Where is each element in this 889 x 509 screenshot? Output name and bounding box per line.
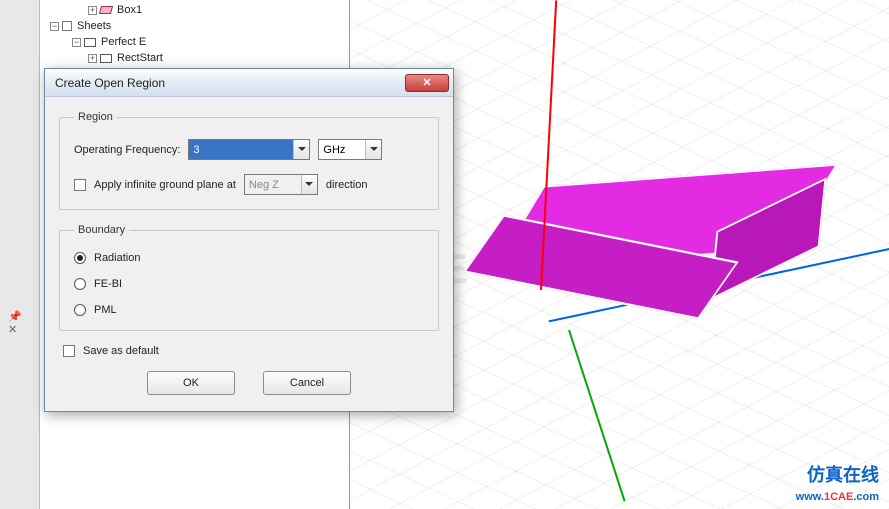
close-button[interactable]: ✕ [405,74,449,92]
pin-icon[interactable]: 📌 ✕ [8,310,20,322]
frequency-unit-field[interactable] [319,140,365,159]
region-legend: Region [74,111,117,123]
direction-label: direction [326,179,368,191]
watermark-cn: 仿真在线 [796,461,879,487]
box-icon [99,6,113,14]
left-gutter: 📌 ✕ [0,0,40,509]
boundary-radiation-radio[interactable] [74,252,86,264]
apply-ground-plane-checkbox[interactable] [74,179,86,191]
ground-plane-axis-field [245,175,301,194]
boundary-legend: Boundary [74,224,129,236]
dialog-body: Region Operating Frequency: Apply infini… [45,97,453,411]
save-as-default-checkbox[interactable] [63,345,75,357]
watermark-url: www.1CAE.com [796,487,879,503]
sheets-icon [62,21,72,31]
rect-icon [84,38,96,47]
dialog-titlebar[interactable]: Create Open Region ✕ [45,69,453,97]
chevron-down-icon[interactable] [365,140,381,159]
boundary-group: Boundary Radiation FE-BI PML [59,224,439,331]
expand-icon[interactable]: + [88,54,97,63]
expand-icon[interactable]: + [88,6,97,15]
tree-item-rectstart[interactable]: RectStart [115,52,163,64]
rect-icon [100,54,112,63]
dialog-title: Create Open Region [55,76,405,90]
region-group: Region Operating Frequency: Apply infini… [59,111,439,210]
ok-button[interactable]: OK [147,371,235,395]
collapse-icon[interactable]: − [72,38,81,47]
boundary-pml-radio[interactable] [74,304,86,316]
tree-item-box1[interactable]: Box1 [115,4,142,16]
boundary-radiation-label: Radiation [94,252,140,264]
collapse-icon[interactable]: − [50,22,59,31]
ground-plane-axis-select [244,174,318,195]
create-open-region-dialog: Create Open Region ✕ Region Operating Fr… [44,68,454,412]
close-icon: ✕ [422,76,431,89]
chevron-down-icon [301,175,317,194]
tree-item-perfect-e[interactable]: Perfect E [99,36,146,48]
model-tree[interactable]: + Box1 − Sheets − Perfect E + RectStart [40,0,349,68]
operating-frequency-input[interactable] [188,139,310,160]
boundary-febi-radio[interactable] [74,278,86,290]
watermark-corner: 仿真在线 www.1CAE.com [796,461,879,503]
save-as-default-label: Save as default [83,345,159,357]
apply-ground-plane-label: Apply infinite ground plane at [94,179,236,191]
operating-frequency-field[interactable] [189,140,293,159]
tree-item-sheets[interactable]: Sheets [75,20,111,32]
boundary-pml-label: PML [94,304,117,316]
chevron-down-icon[interactable] [293,140,309,159]
boundary-febi-label: FE-BI [94,278,122,290]
frequency-unit-select[interactable] [318,139,382,160]
cancel-button[interactable]: Cancel [263,371,351,395]
operating-frequency-label: Operating Frequency: [74,144,180,156]
